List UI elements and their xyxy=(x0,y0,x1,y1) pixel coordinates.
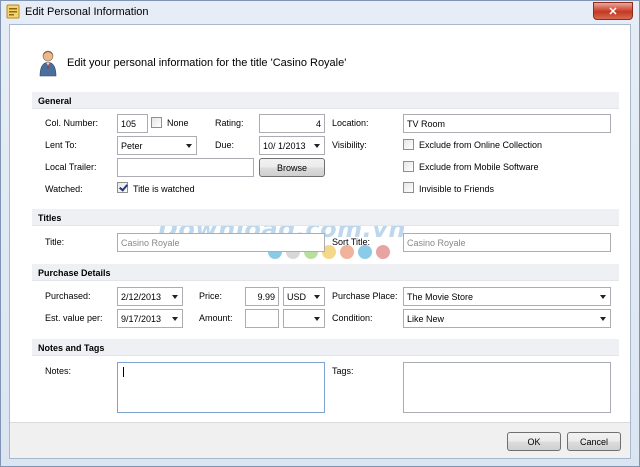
exclude-mobile-label: Exclude from Mobile Software xyxy=(419,162,539,172)
title-bar: Edit Personal Information ✕ xyxy=(1,1,639,23)
tags-textarea[interactable] xyxy=(403,362,611,413)
exclude-mobile-checkbox[interactable] xyxy=(403,161,414,172)
condition-select[interactable]: Like New xyxy=(403,309,611,328)
dialog-client-area: Edit your personal information for the t… xyxy=(9,24,631,459)
header-text: Edit your personal information for the t… xyxy=(67,57,347,69)
due-label: Due: xyxy=(215,140,235,150)
window-title: Edit Personal Information xyxy=(25,6,149,18)
user-icon xyxy=(39,50,57,77)
invisible-friends-checkbox[interactable] xyxy=(403,182,414,193)
visibility-label: Visibility: xyxy=(332,140,367,150)
est-value-date-picker[interactable]: 9/17/2013 xyxy=(117,309,183,328)
amount-label: Amount: xyxy=(199,313,233,323)
close-button[interactable]: ✕ xyxy=(593,2,633,20)
col-number-input[interactable]: 105 xyxy=(117,114,148,133)
price-label: Price: xyxy=(199,291,223,301)
section-notes-tags: Notes and Tags xyxy=(32,339,619,356)
est-value-label: Est. value per: xyxy=(45,313,103,323)
section-purchase: Purchase Details xyxy=(32,264,619,281)
text-caret xyxy=(123,367,124,377)
purchased-date-picker[interactable]: 2/12/2013 xyxy=(117,287,183,306)
condition-value: Like New xyxy=(407,314,445,324)
price-input[interactable]: 9.99 xyxy=(245,287,279,306)
dialog-window: Edit Personal Information ✕ Edit your pe… xyxy=(0,0,640,467)
purchased-value: 2/12/2013 xyxy=(121,292,162,302)
title-watched-checkbox[interactable] xyxy=(117,182,128,193)
dialog-footer: OK Cancel xyxy=(10,422,630,458)
ok-button[interactable]: OK xyxy=(507,432,561,451)
condition-label: Condition: xyxy=(332,313,373,323)
currency-select[interactable]: USD xyxy=(283,287,325,306)
due-value: 10/ 1/2013 xyxy=(263,141,306,151)
chevron-down-icon xyxy=(314,317,320,321)
exclude-online-label: Exclude from Online Collection xyxy=(419,140,543,150)
title-watched-label: Title is watched xyxy=(133,184,195,194)
purchase-place-select[interactable]: The Movie Store xyxy=(403,287,611,306)
none-label: None xyxy=(167,118,189,128)
exclude-online-checkbox[interactable] xyxy=(403,139,414,150)
chevron-down-icon xyxy=(172,317,178,321)
app-icon xyxy=(6,4,20,19)
chevron-down-icon xyxy=(600,295,606,299)
lent-to-label: Lent To: xyxy=(45,140,77,150)
lent-to-select[interactable]: Peter xyxy=(117,136,197,155)
chevron-down-icon xyxy=(314,295,320,299)
due-date-picker[interactable]: 10/ 1/2013 xyxy=(259,136,325,155)
purchase-place-value: The Movie Store xyxy=(407,292,474,302)
watched-label: Watched: xyxy=(45,184,83,194)
sort-title-input[interactable]: Casino Royale xyxy=(403,233,611,252)
est-value-date: 9/17/2013 xyxy=(121,314,162,324)
currency-value: USD xyxy=(287,292,307,302)
col-number-label: Col. Number: xyxy=(45,118,99,128)
amount-currency-select[interactable] xyxy=(283,309,325,328)
amount-input[interactable] xyxy=(245,309,279,328)
location-label: Location: xyxy=(332,118,369,128)
notes-label: Notes: xyxy=(45,366,72,376)
none-checkbox[interactable] xyxy=(151,117,162,128)
location-input[interactable]: TV Room xyxy=(403,114,611,133)
browse-button[interactable]: Browse xyxy=(259,158,325,177)
notes-textarea[interactable] xyxy=(117,362,325,413)
tags-label: Tags: xyxy=(332,366,354,376)
title-label: Title: xyxy=(45,237,65,247)
section-general: General xyxy=(32,92,619,109)
rating-input[interactable]: 4 xyxy=(259,114,325,133)
chevron-down-icon xyxy=(314,144,320,148)
section-titles: Titles xyxy=(32,209,619,226)
purchased-label: Purchased: xyxy=(45,291,91,301)
sort-title-label: Sort Title: xyxy=(332,237,371,247)
local-trailer-input[interactable] xyxy=(117,158,254,177)
cancel-button[interactable]: Cancel xyxy=(567,432,621,451)
title-input[interactable]: Casino Royale xyxy=(117,233,325,252)
purchase-place-label: Purchase Place: xyxy=(332,291,398,301)
chevron-down-icon xyxy=(600,317,606,321)
rating-label: Rating: xyxy=(215,118,244,128)
chevron-down-icon xyxy=(186,144,192,148)
invisible-friends-label: Invisible to Friends xyxy=(419,184,495,194)
local-trailer-label: Local Trailer: xyxy=(45,162,97,172)
lent-to-value: Peter xyxy=(121,141,143,151)
chevron-down-icon xyxy=(172,295,178,299)
close-icon: ✕ xyxy=(608,5,618,18)
